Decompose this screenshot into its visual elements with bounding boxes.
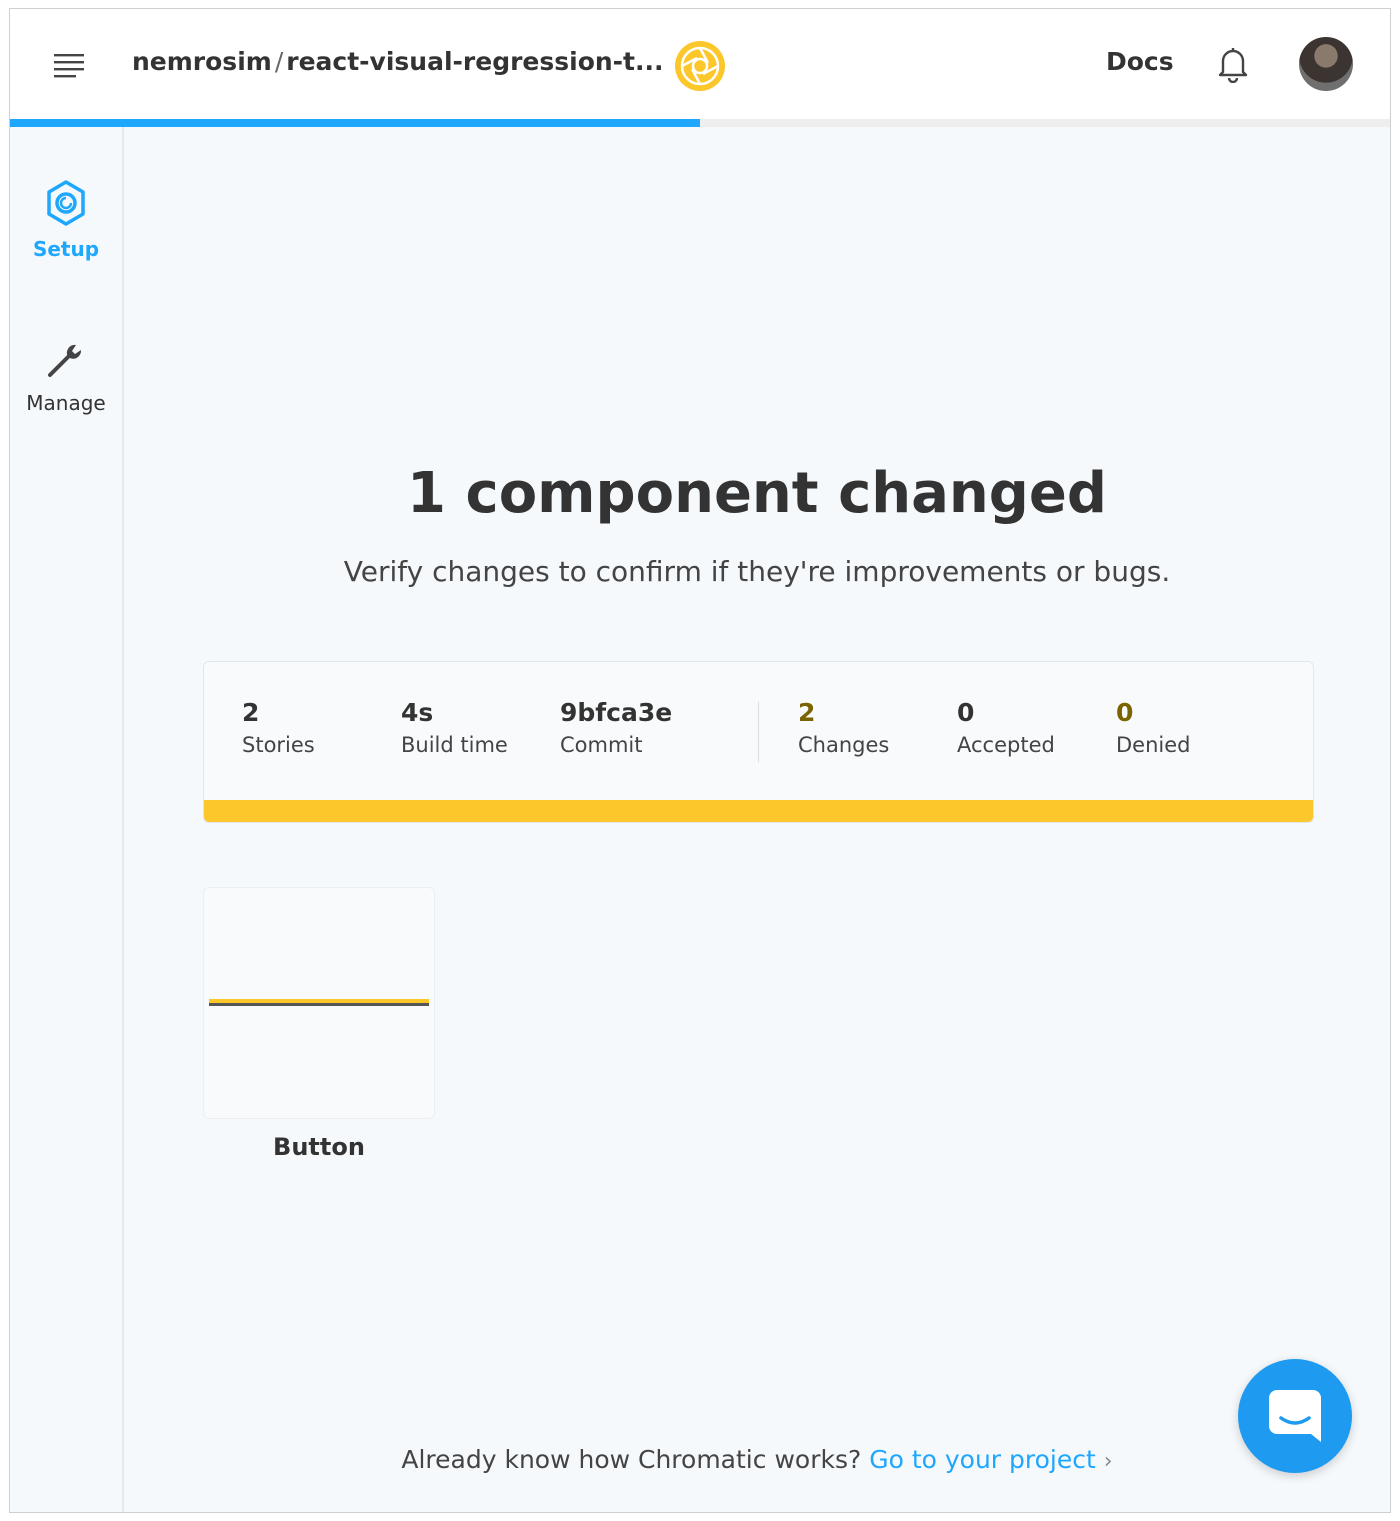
stat-value: 2 xyxy=(798,698,816,727)
build-progress-fill xyxy=(10,119,700,127)
docs-link[interactable]: Docs xyxy=(1106,47,1174,76)
stat-label: Stories xyxy=(242,733,315,757)
stat-build-time: 4s Build time xyxy=(401,698,508,757)
component-name[interactable]: Button xyxy=(203,1133,435,1161)
page-subtitle: Verify changes to confirm if they're imp… xyxy=(343,555,1171,588)
stat-value: 0 xyxy=(957,698,975,727)
app-window: nemrosim / react-visual-regression-t... Do… xyxy=(9,8,1391,1513)
stat-changes: 2 Changes xyxy=(798,698,889,757)
stat-value: 4s xyxy=(401,698,434,727)
sidebar-item-setup[interactable]: Setup xyxy=(10,179,122,261)
stat-label: Changes xyxy=(798,733,890,757)
breadcrumb: nemrosim / react-visual-regression-t... xyxy=(132,47,664,76)
stat-label: Accepted xyxy=(957,733,1055,757)
stat-label: Build time xyxy=(401,733,508,757)
stat-denied: 0 Denied xyxy=(1116,698,1190,757)
stat-commit[interactable]: 9bfca3e Commit xyxy=(560,698,672,757)
component-card-button[interactable] xyxy=(203,887,435,1119)
component-snapshot xyxy=(209,999,429,1006)
menu-icon[interactable] xyxy=(52,51,86,79)
chat-button[interactable] xyxy=(1238,1359,1352,1473)
stat-value: 9bfca3e xyxy=(560,698,673,727)
chromatic-setup-icon xyxy=(47,180,85,226)
chat-icon xyxy=(1269,1390,1321,1442)
wrench-icon xyxy=(48,344,82,377)
sidebar-item-manage[interactable]: Manage xyxy=(10,337,122,415)
stat-label: Denied xyxy=(1116,733,1191,757)
build-status-bar xyxy=(204,800,1313,822)
stats-divider xyxy=(758,702,759,762)
sidebar: Setup Manage xyxy=(10,127,124,1512)
stat-accepted: 0 Accepted xyxy=(957,698,1055,757)
breadcrumb-separator: / xyxy=(274,47,284,76)
chromatic-logo-icon xyxy=(675,41,725,91)
breadcrumb-repo[interactable]: react-visual-regression-t... xyxy=(286,47,663,76)
footer-text: Already know how Chromatic works? xyxy=(401,1445,862,1474)
stat-stories: 2 Stories xyxy=(242,698,315,757)
stat-label: Commit xyxy=(560,733,643,757)
avatar[interactable] xyxy=(1299,37,1353,91)
page-title: 1 component changed xyxy=(407,461,1107,526)
go-to-project-link[interactable]: Go to your project xyxy=(869,1445,1096,1474)
chevron-right-icon[interactable]: › xyxy=(1104,1449,1113,1474)
footer-prompt: Already know how Chromatic works? Go to … xyxy=(124,1445,1390,1474)
stat-value: 0 xyxy=(1116,698,1134,727)
sidebar-item-label: Manage xyxy=(26,391,106,415)
bell-icon[interactable] xyxy=(1216,45,1250,83)
build-progress-track xyxy=(10,119,1390,127)
breadcrumb-owner[interactable]: nemrosim xyxy=(132,47,272,76)
sidebar-item-label: Setup xyxy=(32,237,100,261)
top-header: nemrosim / react-visual-regression-t... Do… xyxy=(10,9,1390,127)
stat-value: 2 xyxy=(242,698,260,727)
build-stats-card: 2 Stories 4s Build time 9bfca3e Commit 2… xyxy=(203,661,1314,823)
